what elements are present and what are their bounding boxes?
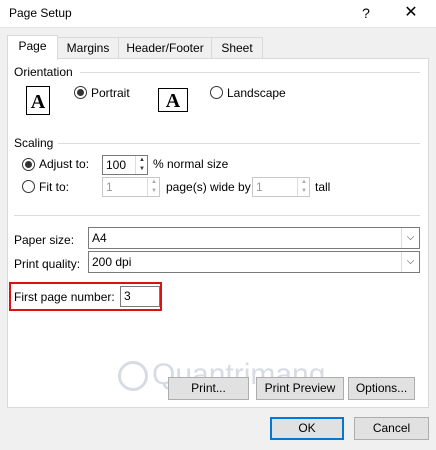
chevron-down-icon[interactable]: ⌵ [401, 252, 419, 272]
spin-down-icon[interactable]: ▼ [136, 165, 148, 174]
tab-header-footer[interactable]: Header/Footer [118, 37, 212, 58]
cancel-button[interactable]: Cancel [354, 417, 429, 440]
paper-divider [14, 215, 420, 216]
first-page-number-label: First page number: [14, 290, 115, 304]
fit-tall-value: 1 [256, 180, 263, 194]
adjust-to-radio[interactable] [22, 158, 35, 171]
paper-size-select[interactable]: A4 ⌵ [88, 227, 420, 249]
adjust-to-label[interactable]: Adjust to: [39, 157, 89, 171]
print-button[interactable]: Print... [168, 377, 249, 400]
help-button[interactable]: ? [355, 2, 377, 24]
first-page-number-value: 3 [124, 289, 131, 303]
scaling-divider [58, 143, 420, 144]
print-quality-select[interactable]: 200 dpi ⌵ [88, 251, 420, 273]
paper-size-label: Paper size: [14, 233, 75, 247]
first-page-number-field[interactable]: 3 [120, 286, 160, 307]
spin-up-icon[interactable]: ▲ [148, 178, 160, 187]
fit-tall-suffix: tall [315, 180, 331, 194]
landscape-label[interactable]: Landscape [227, 86, 286, 100]
chevron-down-icon[interactable]: ⌵ [401, 228, 419, 248]
orientation-label: Orientation [14, 65, 73, 79]
portrait-page-icon: A [26, 86, 50, 115]
scaling-label: Scaling [14, 136, 54, 150]
fit-to-radio[interactable] [22, 180, 35, 193]
fit-wide-stepper[interactable]: 1 ▲ ▼ [102, 177, 160, 197]
options-button[interactable]: Options... [348, 377, 415, 400]
paper-size-value: A4 [92, 231, 107, 245]
print-preview-button[interactable]: Print Preview [256, 377, 344, 400]
fit-tall-stepper[interactable]: 1 ▲ ▼ [252, 177, 310, 197]
fit-wide-suffix: page(s) wide by [166, 180, 251, 194]
print-quality-value: 200 dpi [92, 255, 132, 269]
landscape-radio[interactable] [210, 86, 223, 99]
tab-page[interactable]: Page [7, 35, 58, 60]
adjust-suffix: % normal size [153, 157, 229, 171]
tab-margins[interactable]: Margins [57, 37, 119, 58]
spin-up-icon[interactable]: ▲ [136, 156, 148, 165]
adjust-percent-value: 100 [106, 158, 127, 172]
landscape-page-icon: A [158, 88, 188, 112]
window-title: Page Setup [9, 6, 72, 20]
adjust-percent-stepper[interactable]: 100 ▲ ▼ [102, 155, 148, 175]
watermark-bulb-icon [118, 361, 148, 391]
spin-down-icon[interactable]: ▼ [148, 187, 160, 196]
ok-button[interactable]: OK [270, 417, 344, 440]
spin-up-icon[interactable]: ▲ [298, 178, 310, 187]
close-button[interactable]: ✕ [395, 2, 427, 24]
portrait-radio[interactable] [74, 86, 87, 99]
fit-to-label[interactable]: Fit to: [39, 180, 69, 194]
spin-down-icon[interactable]: ▼ [298, 187, 310, 196]
fit-wide-value: 1 [106, 180, 113, 194]
portrait-label[interactable]: Portrait [91, 86, 130, 100]
tab-sheet[interactable]: Sheet [211, 37, 263, 58]
print-quality-label: Print quality: [14, 257, 81, 271]
orientation-divider [80, 72, 420, 73]
title-bar: Page Setup ? ✕ [0, 0, 436, 28]
